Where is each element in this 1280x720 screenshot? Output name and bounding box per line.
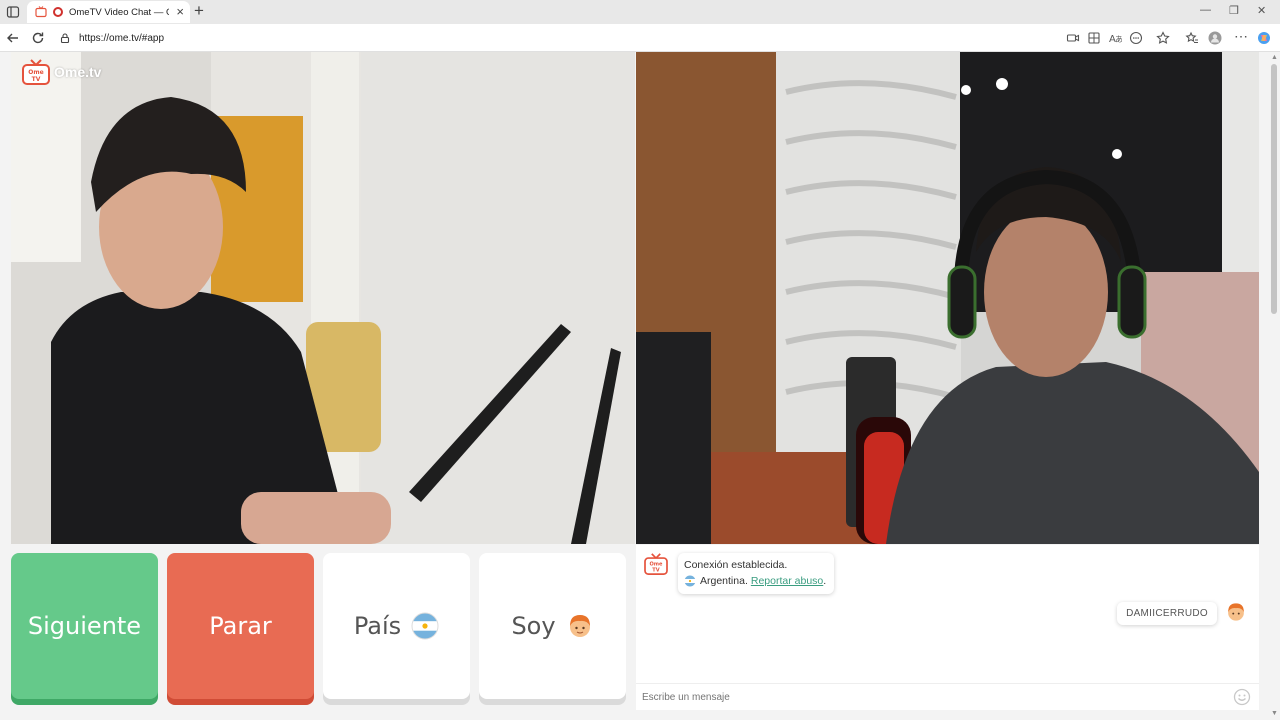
extensions-icon[interactable] — [1129, 31, 1143, 45]
tab-title: OmeTV Video Chat — Omegle — [69, 6, 169, 18]
svg-text:TV: TV — [32, 76, 41, 83]
profile-avatar-icon[interactable] — [1208, 31, 1222, 45]
camera-icon[interactable] — [1066, 31, 1080, 45]
stop-button[interactable]: Parar — [167, 553, 314, 699]
url-text: https://ome.tv/#app — [79, 32, 165, 44]
page-scrollbar[interactable]: ▲ ▼ — [1268, 52, 1280, 720]
ometv-logo[interactable]: Ome TV Ome.tv — [22, 59, 101, 85]
chat-panel: Ome TV Conexión establecida. Argentina. … — [636, 545, 1259, 710]
tv-logo-icon: Ome TV — [22, 59, 50, 85]
translate-icon[interactable]: Aあ — [1108, 31, 1122, 45]
svg-text:TV: TV — [652, 568, 659, 574]
next-button[interactable]: Siguiente — [11, 553, 158, 699]
scroll-down-icon[interactable]: ▼ — [1271, 710, 1278, 717]
local-video — [11, 52, 635, 544]
new-tab-icon[interactable]: + — [194, 2, 204, 20]
stop-button-label: Parar — [209, 612, 272, 640]
ometv-favicon-icon — [35, 6, 47, 18]
report-suffix: . — [823, 575, 827, 587]
favorite-star-icon[interactable] — [1156, 31, 1170, 45]
argentina-flag-small-icon — [684, 575, 696, 587]
partner-country: Argentina. — [700, 575, 748, 587]
report-abuse-link[interactable]: Reportar abuso — [751, 573, 823, 589]
gender-button[interactable]: Soy — [479, 553, 626, 699]
apps-icon[interactable] — [1087, 31, 1101, 45]
browser-tab[interactable]: OmeTV Video Chat — Omegle × — [27, 1, 190, 23]
tab-close-icon[interactable]: × — [176, 5, 184, 18]
gender-button-label: Soy — [511, 612, 556, 640]
browser-tab-bar: OmeTV Video Chat — Omegle × + — ❐ ✕ — [0, 0, 1280, 24]
next-button-label: Siguiente — [27, 612, 142, 640]
reload-icon[interactable] — [30, 30, 46, 46]
boy-face-icon — [569, 615, 590, 637]
chat-input-row — [636, 683, 1259, 710]
partner-boy-avatar-icon — [1228, 603, 1244, 621]
remote-video — [636, 52, 1259, 544]
system-message: Conexión establecida. Argentina. Reporta… — [678, 553, 835, 594]
scroll-thumb[interactable] — [1271, 64, 1277, 314]
browser-toolbar: https://ome.tv/#app Aあ ⋯ — [0, 24, 1280, 52]
partner-name: DAMIICERRUDO — [1126, 608, 1208, 619]
emoji-icon[interactable] — [1233, 688, 1251, 706]
logo-text: Ome.tv — [54, 64, 102, 80]
chat-tv-logo-icon: Ome TV — [644, 553, 668, 575]
sidebar-toggle-icon[interactable] — [6, 5, 20, 19]
connection-status: Conexión establecida. — [684, 559, 788, 571]
svg-text:Ome: Ome — [28, 69, 43, 76]
recording-indicator-icon — [53, 7, 63, 17]
country-button-label: País — [353, 612, 402, 640]
lock-icon[interactable] — [59, 32, 71, 44]
partner-name-badge: DAMIICERRUDO — [1117, 602, 1217, 625]
country-button[interactable]: País — [323, 553, 470, 699]
copilot-icon[interactable] — [1257, 31, 1271, 45]
chat-message-input[interactable] — [642, 688, 1222, 706]
minimize-icon[interactable]: — — [1200, 4, 1211, 16]
back-icon[interactable] — [5, 30, 21, 46]
restore-icon[interactable]: ❐ — [1229, 4, 1239, 17]
more-menu-icon[interactable]: ⋯ — [1234, 28, 1248, 44]
argentina-flag-icon — [411, 612, 439, 640]
scroll-up-icon[interactable]: ▲ — [1271, 54, 1278, 61]
svg-text:あ: あ — [1115, 35, 1122, 44]
close-window-icon[interactable]: ✕ — [1257, 4, 1266, 17]
favorites-list-icon[interactable] — [1185, 31, 1199, 45]
address-bar[interactable]: https://ome.tv/#app — [53, 27, 1086, 49]
